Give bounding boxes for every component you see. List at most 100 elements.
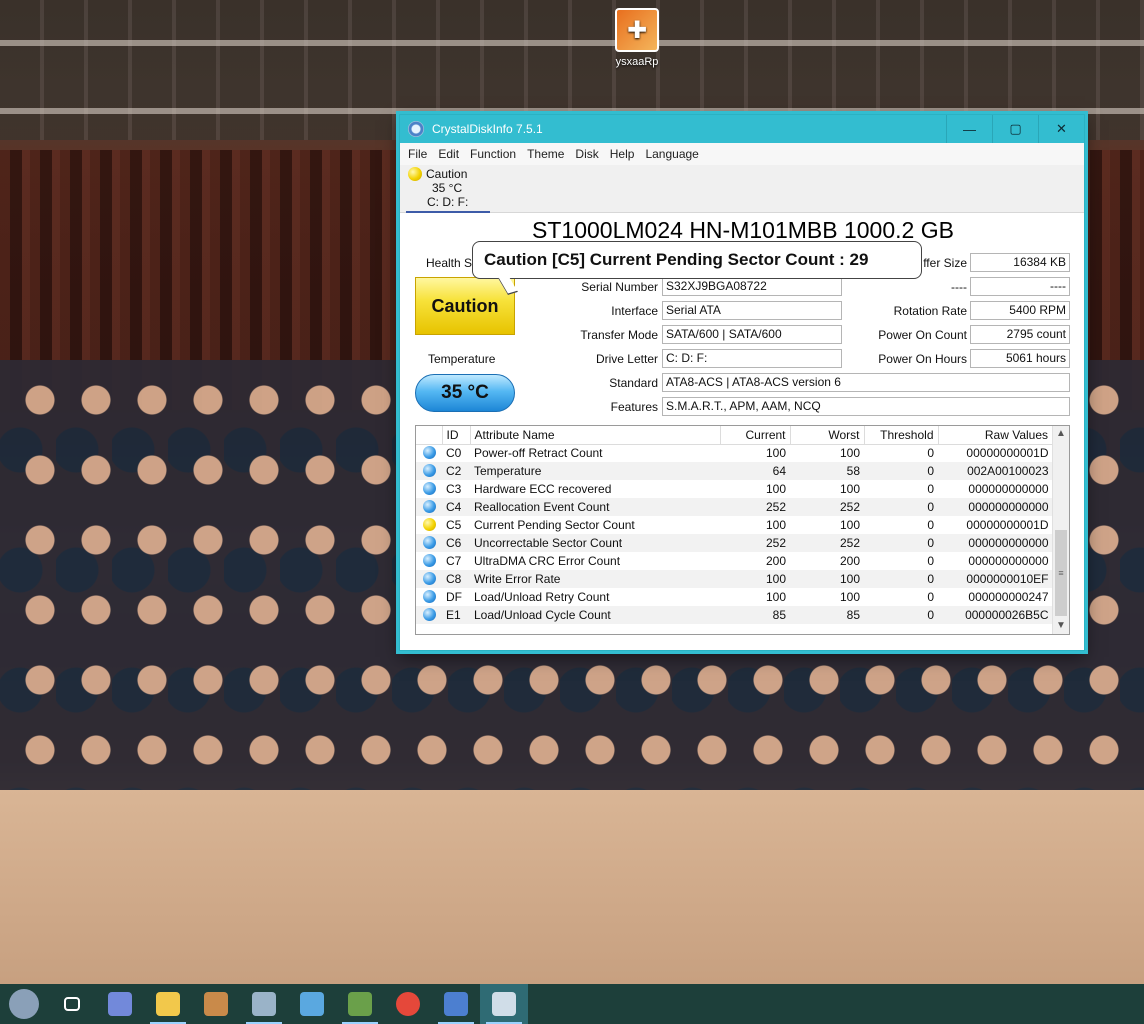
menu-language[interactable]: Language (645, 147, 698, 161)
close-button[interactable]: ✕ (1038, 115, 1084, 143)
attribute-raw-value: 000000000000 (968, 554, 1049, 568)
app-5[interactable] (192, 984, 240, 1024)
menu-help[interactable]: Help (610, 147, 635, 161)
current-column-header[interactable]: Current (720, 426, 791, 445)
attribute-raw-value: 000000000000 (968, 482, 1049, 496)
minimize-button[interactable]: — (946, 115, 992, 143)
app-8[interactable] (336, 984, 384, 1024)
standard-label: Standard (609, 376, 658, 390)
floor (0, 790, 1144, 984)
start-button[interactable] (0, 984, 48, 1024)
attribute-current: 85 (720, 606, 790, 624)
discord-app-icon (108, 992, 132, 1016)
temperature-label: Temperature (428, 352, 496, 366)
maximize-button[interactable]: ▢ (992, 115, 1038, 143)
caution-tooltip: Caution [C5] Current Pending Sector Coun… (472, 241, 922, 295)
attribute-raw-value: 000000000000 (938, 534, 1053, 552)
app-10-icon (444, 992, 468, 1016)
chrome-app[interactable] (384, 984, 432, 1024)
menu-function[interactable]: Function (470, 147, 516, 161)
app-7[interactable] (288, 984, 336, 1024)
good-status-icon (422, 464, 436, 477)
attribute-worst: 100 (839, 590, 860, 604)
disk-tab-bar: Caution 35 °C C: D: F: (400, 165, 1084, 213)
interface-label: Interface (611, 304, 658, 318)
raw-values-column-header[interactable]: Raw Values (938, 426, 1053, 445)
attribute-threshold: 0 (927, 446, 934, 461)
table-row[interactable]: C7 UltraDMA CRC Error Count 200 200 0 0000000… (416, 552, 1053, 570)
desktop-icon[interactable]: ✚ ysxaaRp (604, 8, 670, 68)
transfer-mode-label: Transfer Mode (580, 328, 658, 342)
attribute-threshold: 0 (864, 534, 938, 552)
attribute-id: E1 (442, 606, 470, 624)
attribute-id: C7 (446, 554, 462, 568)
table-row[interactable]: DF Load/Unload Retry Count 100 100 0 00000000… (416, 588, 1053, 606)
status-cell (416, 570, 442, 588)
table-row[interactable]: E1 Load/Unload Cycle Count 85 85 0 000000026B… (416, 606, 1053, 624)
disk-tab[interactable]: Caution 35 °C C: D: F: (406, 167, 490, 213)
attribute-name-column-header[interactable]: Attribute Name (470, 426, 721, 445)
power-on-count-label: Power On Count (878, 328, 967, 342)
health-status-button[interactable]: Caution (415, 277, 515, 335)
table-row[interactable]: C6 Uncorrectable Sector Count 252 252 0 00000… (416, 534, 1053, 552)
buffer-size-field: 16384 KB (970, 253, 1070, 272)
table-row[interactable]: C3 Hardware ECC recovered 100 100 0 000000000… (416, 480, 1053, 498)
attribute-id: C6 (442, 534, 470, 552)
scroll-thumb[interactable]: ≡ (1055, 530, 1067, 616)
attribute-threshold: 0 (927, 518, 934, 532)
file-explorer-app[interactable] (144, 984, 192, 1024)
app-6[interactable] (240, 984, 288, 1024)
attribute-name: UltraDMA CRC Error Count (474, 554, 621, 568)
scroll-down-icon[interactable]: ▼ (1053, 618, 1069, 634)
crystaldiskinfo-app[interactable] (480, 984, 528, 1024)
menu-file[interactable]: File (408, 147, 427, 161)
attribute-worst: 85 (790, 606, 864, 624)
attribute-worst: 100 (839, 482, 860, 496)
task-view-button[interactable] (48, 984, 96, 1024)
table-row[interactable]: C4 Reallocation Event Count 252 252 0 0000000… (416, 498, 1053, 516)
attribute-worst: 200 (839, 554, 860, 568)
table-scrollbar[interactable]: ▲ ≡ ▼ (1052, 426, 1069, 634)
attribute-current: 64 (720, 462, 790, 480)
menu-edit[interactable]: Edit (438, 147, 459, 161)
crystaldiskinfo-app-icon (492, 992, 516, 1016)
app-shortcut-icon: ✚ (615, 8, 659, 52)
file-explorer-app-icon (156, 992, 180, 1016)
status-column-header[interactable] (416, 426, 443, 445)
id-column-header[interactable]: ID (442, 426, 471, 445)
nv-cache-label: ---- (951, 280, 967, 294)
app-10[interactable] (432, 984, 480, 1024)
rotation-rate-field: 5400 RPM (970, 301, 1070, 320)
menu-disk[interactable]: Disk (575, 147, 598, 161)
status-cell (416, 606, 442, 624)
status-cell (416, 498, 442, 516)
scroll-up-icon[interactable]: ▲ (1053, 426, 1069, 442)
power-on-count-field: 2795 count (970, 325, 1070, 344)
status-cell (416, 462, 442, 480)
menu-theme[interactable]: Theme (527, 147, 564, 161)
status-cell (416, 480, 442, 498)
title-bar[interactable]: CrystalDiskInfo 7.5.1 — ▢ ✕ (400, 115, 1084, 143)
table-row[interactable]: C5 Current Pending Sector Count 100 100 0 000… (416, 516, 1053, 534)
temperature-display: 35 °C (415, 374, 515, 412)
attribute-name: Load/Unload Cycle Count (470, 606, 720, 624)
table-row[interactable]: C0 Power-off Retract Count 100 100 0 00000000… (416, 444, 1053, 462)
good-status-icon (422, 572, 436, 585)
threshold-column-header[interactable]: Threshold (864, 426, 939, 445)
attribute-worst: 100 (839, 446, 860, 461)
rotation-rate-label: Rotation Rate (893, 304, 967, 318)
table-row[interactable]: C2 Temperature 64 58 0 002A00100023 (416, 462, 1053, 480)
table-row[interactable]: C8 Write Error Rate 100 100 0 0000000010EF (416, 570, 1053, 588)
worst-column-header[interactable]: Worst (790, 426, 865, 445)
app-5-icon (204, 992, 228, 1016)
good-status-icon (422, 446, 436, 460)
caution-status-icon (408, 167, 422, 181)
good-status-icon (422, 482, 436, 495)
app-8-icon (348, 992, 372, 1016)
attribute-raw-value: 0000000010EF (938, 570, 1053, 588)
disk-tab-status: Caution (426, 167, 468, 181)
attribute-current: 100 (765, 482, 786, 496)
tooltip-text: Caution [C5] Current Pending Sector Coun… (484, 250, 869, 269)
discord-app[interactable] (96, 984, 144, 1024)
attribute-threshold: 0 (927, 554, 934, 568)
